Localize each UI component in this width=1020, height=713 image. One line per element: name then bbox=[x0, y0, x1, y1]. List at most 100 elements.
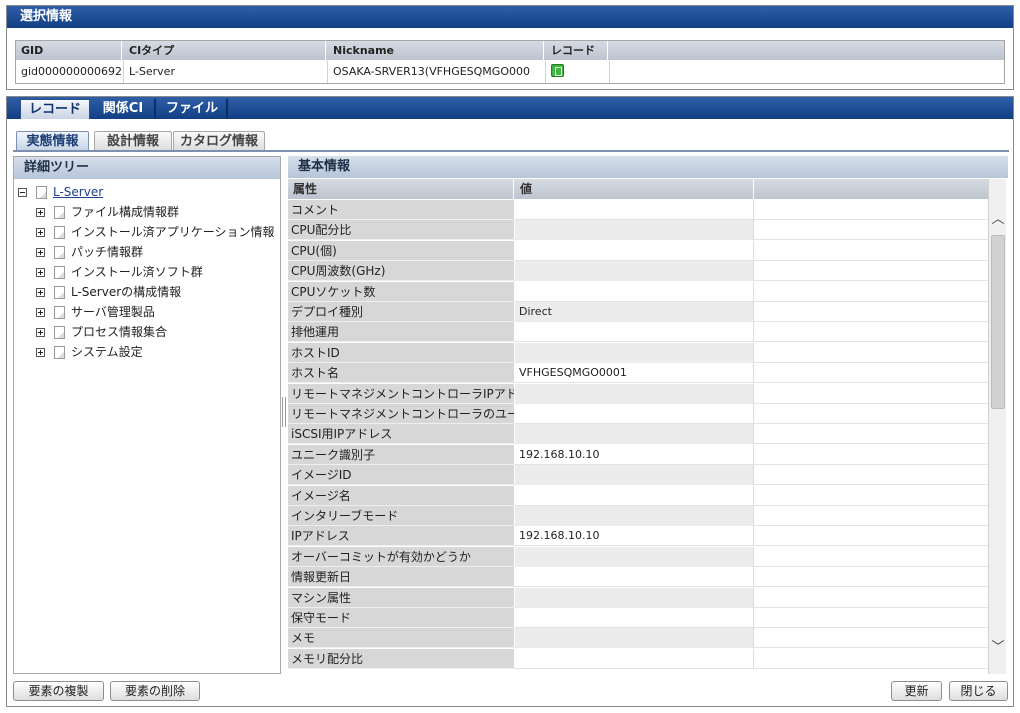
table-row[interactable]: CPU(個) bbox=[288, 240, 988, 261]
tree-item-label[interactable]: システム設定 bbox=[71, 345, 143, 359]
table-row[interactable]: リモートマネジメントコントローラIPアドレ bbox=[288, 383, 988, 404]
tab-design-info[interactable]: 設計情報 bbox=[94, 131, 172, 151]
tree-item-patches[interactable]: パッチ情報群 bbox=[36, 243, 143, 261]
tree-item-processes[interactable]: プロセス情報集合 bbox=[36, 323, 167, 341]
attribute-value-cell bbox=[515, 648, 754, 669]
table-row[interactable]: イメージ名 bbox=[288, 485, 988, 506]
attribute-name-cell: ユニーク識別子 bbox=[288, 444, 514, 465]
table-row[interactable]: メモリ配分比 bbox=[288, 648, 988, 669]
vertical-scrollbar[interactable]: ︿ ﹀ bbox=[988, 179, 1006, 674]
tree-root[interactable]: L-Server bbox=[18, 183, 103, 201]
table-row[interactable]: 保守モード bbox=[288, 608, 988, 628]
tree-item-lserver-config[interactable]: L-Serverの構成情報 bbox=[36, 283, 181, 301]
close-button[interactable]: 閉じる bbox=[949, 681, 1008, 701]
table-row[interactable]: ホスト名 VFHGESQMGO0001 bbox=[288, 363, 988, 384]
table-row[interactable]: オーバーコミットが有効かどうか bbox=[288, 546, 988, 567]
expand-icon[interactable] bbox=[36, 308, 45, 317]
tree-item-system-settings[interactable]: システム設定 bbox=[36, 343, 143, 361]
green-record-icon[interactable] bbox=[551, 64, 564, 77]
table-row[interactable]: iSCSI用IPアドレス bbox=[288, 424, 988, 445]
attribute-value-cell bbox=[515, 485, 754, 506]
table-row[interactable]: デプロイ種別 Direct bbox=[288, 302, 988, 322]
tree-item-label[interactable]: ファイル構成情報群 bbox=[71, 205, 179, 219]
attribute-name-cell: 排他運用 bbox=[288, 322, 514, 343]
chevron-up-icon[interactable]: ︿ bbox=[989, 211, 1007, 229]
column-header-nickname[interactable]: Nickname bbox=[328, 41, 544, 60]
refresh-button[interactable]: 更新 bbox=[891, 681, 942, 701]
tree-item-server-mgmt[interactable]: サーバ管理製品 bbox=[36, 303, 155, 321]
tree-item-label[interactable]: インストール済アプリケーション情報 bbox=[71, 225, 275, 239]
chevron-down-icon[interactable]: ﹀ bbox=[989, 639, 1007, 657]
column-header-attribute[interactable]: 属性 bbox=[288, 179, 514, 199]
selection-table-header: GID CIタイプ Nickname レコード bbox=[16, 41, 1004, 60]
extra-cell bbox=[754, 241, 988, 261]
collapse-icon[interactable] bbox=[18, 188, 27, 197]
column-header-value[interactable]: 値 bbox=[515, 179, 754, 199]
attribute-grid: コメント CPU配分比 CPU(個) CPU周波数(GHz) CPUソケット数 デプロイ種… bbox=[288, 200, 988, 674]
table-row[interactable]: イメージID bbox=[288, 465, 988, 486]
attribute-name-cell: メモリ配分比 bbox=[288, 648, 514, 669]
table-row[interactable]: IPアドレス 192.168.10.10 bbox=[288, 526, 988, 547]
attribute-value-cell bbox=[515, 281, 754, 302]
table-row[interactable]: マシン属性 bbox=[288, 587, 988, 608]
column-header-ci-type[interactable]: CIタイプ bbox=[124, 41, 326, 60]
tree-item-label[interactable]: パッチ情報群 bbox=[71, 245, 143, 259]
expand-icon[interactable] bbox=[36, 288, 45, 297]
table-row[interactable]: ホストID bbox=[288, 342, 988, 363]
attribute-name-cell: IPアドレス bbox=[288, 526, 514, 547]
document-icon bbox=[54, 226, 65, 239]
tree-item-label[interactable]: L-Serverの構成情報 bbox=[71, 285, 181, 299]
tab-catalog-info[interactable]: カタログ情報 bbox=[173, 131, 265, 151]
expand-icon[interactable] bbox=[36, 328, 45, 337]
tree-item-file-config[interactable]: ファイル構成情報群 bbox=[36, 203, 179, 221]
tree-item-label[interactable]: プロセス情報集合 bbox=[71, 325, 167, 339]
expand-icon[interactable] bbox=[36, 208, 45, 217]
expand-icon[interactable] bbox=[36, 248, 45, 257]
delete-element-button[interactable]: 要素の削除 bbox=[110, 681, 200, 701]
attribute-name-cell: CPU周波数(GHz) bbox=[288, 261, 514, 282]
detail-tree-title: 詳細ツリー bbox=[14, 157, 280, 179]
expand-icon[interactable] bbox=[36, 228, 45, 237]
document-icon bbox=[54, 346, 65, 359]
attribute-name-cell: イメージ名 bbox=[288, 485, 514, 506]
table-row[interactable]: インタリーブモード bbox=[288, 506, 988, 526]
extra-cell bbox=[754, 567, 988, 587]
attribute-value-cell bbox=[515, 506, 754, 526]
table-row[interactable]: ユニーク識別子 192.168.10.10 bbox=[288, 444, 988, 465]
extra-cell bbox=[754, 302, 988, 322]
table-row[interactable]: リモートマネジメントコントローラのユーザ bbox=[288, 404, 988, 424]
expand-icon[interactable] bbox=[36, 348, 45, 357]
table-row[interactable]: CPU配分比 bbox=[288, 220, 988, 241]
table-row[interactable]: 情報更新日 bbox=[288, 567, 988, 588]
table-row[interactable]: CPUソケット数 bbox=[288, 281, 988, 302]
column-header-record[interactable]: レコード bbox=[546, 41, 608, 60]
attribute-name-cell: イメージID bbox=[288, 465, 514, 486]
duplicate-element-button[interactable]: 要素の複製 bbox=[13, 681, 104, 701]
attribute-value-cell: 192.168.10.10 bbox=[515, 444, 754, 465]
table-row[interactable]: コメント bbox=[288, 200, 988, 220]
tab-file[interactable]: ファイル bbox=[158, 99, 228, 119]
tree-item-label[interactable]: インストール済ソフト群 bbox=[71, 265, 203, 279]
tree-item-label[interactable]: サーバ管理製品 bbox=[71, 305, 155, 319]
scroll-thumb[interactable] bbox=[991, 235, 1005, 409]
selection-info-panel: 選択情報 GID CIタイプ Nickname レコード gid00000000… bbox=[6, 5, 1014, 90]
tree-item-installed-software[interactable]: インストール済ソフト群 bbox=[36, 263, 203, 281]
attribute-value-cell: 192.168.10.10 bbox=[515, 526, 754, 547]
selection-table-row[interactable]: gid000000000692 L-Server OSAKA-SRVER13(V… bbox=[16, 61, 1004, 83]
tab-related-ci[interactable]: 関係CI bbox=[92, 99, 156, 119]
tree-root-label[interactable]: L-Server bbox=[53, 185, 103, 199]
tab-actual-info[interactable]: 実態情報 bbox=[16, 131, 89, 151]
expand-icon[interactable] bbox=[36, 268, 45, 277]
extra-cell bbox=[754, 506, 988, 526]
tree-item-installed-apps[interactable]: インストール済アプリケーション情報 bbox=[36, 223, 275, 241]
attribute-name-cell: 保守モード bbox=[288, 608, 514, 628]
tab-record[interactable]: レコード bbox=[20, 99, 90, 119]
table-row[interactable]: CPU周波数(GHz) bbox=[288, 261, 988, 282]
panel-splitter[interactable] bbox=[282, 397, 286, 427]
column-header-gid[interactable]: GID bbox=[16, 41, 122, 60]
table-row[interactable]: メモ bbox=[288, 628, 988, 649]
detail-tree-panel: 詳細ツリー L-Server ファイル構成情報群 インストール済アプリケーション… bbox=[13, 156, 281, 674]
attribute-name-cell: リモートマネジメントコントローラIPアドレ bbox=[288, 383, 514, 404]
extra-cell bbox=[754, 200, 988, 220]
table-row[interactable]: 排他運用 bbox=[288, 322, 988, 343]
